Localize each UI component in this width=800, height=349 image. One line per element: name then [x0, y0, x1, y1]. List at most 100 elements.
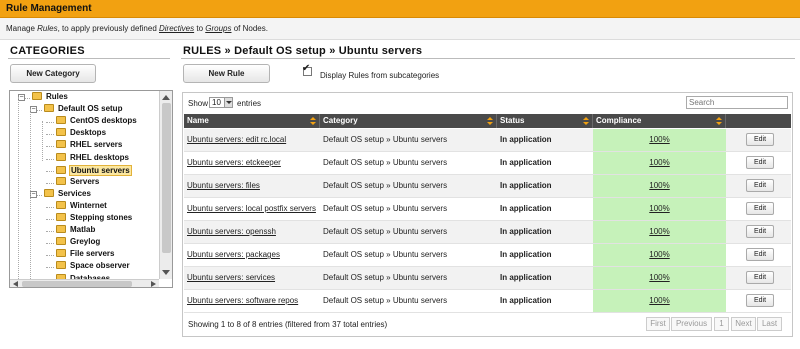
rule-status-cell: In application	[500, 250, 552, 259]
compliance-link[interactable]: 100%	[649, 181, 669, 190]
tree-node[interactable]: CentOS desktops	[56, 116, 138, 128]
tree-node[interactable]: Space observer	[56, 261, 131, 273]
pager-next[interactable]: Next	[731, 317, 756, 331]
tree-node-label: Space observer	[70, 261, 130, 271]
tree-vertical-scrollbar[interactable]	[159, 91, 172, 279]
edit-button[interactable]: Edit	[746, 271, 774, 284]
scroll-right-icon[interactable]	[151, 281, 156, 287]
category-tree-content: Rules − Default OS setup − CentOS desktops De…	[10, 91, 158, 279]
rule-name-link[interactable]: Ubuntu servers: services	[187, 273, 275, 282]
rule-name-link[interactable]: Ubuntu servers: etckeeper	[187, 158, 281, 167]
directives-link[interactable]: Directives	[159, 24, 194, 33]
pager-first[interactable]: First	[646, 317, 670, 331]
edit-button[interactable]: Edit	[746, 248, 774, 261]
tree-node[interactable]: Rules	[32, 92, 69, 104]
folder-icon	[56, 176, 66, 185]
tree-node[interactable]: Stepping stones	[56, 213, 133, 225]
column-header-name[interactable]: Name	[184, 114, 320, 128]
tree-node[interactable]: Greylog	[56, 237, 101, 249]
scroll-thumb-horizontal[interactable]	[22, 281, 132, 287]
tree-node[interactable]: Services	[44, 188, 92, 201]
table-row: Ubuntu servers: services Default OS setup…	[184, 267, 791, 290]
rule-category-cell: Default OS setup » Ubuntu servers	[323, 135, 448, 144]
rule-category-cell: Default OS setup » Ubuntu servers	[323, 181, 448, 190]
pager-last[interactable]: Last	[757, 317, 782, 331]
column-header-compliance[interactable]: Compliance	[593, 114, 726, 128]
compliance-link[interactable]: 100%	[649, 158, 669, 167]
tree-node[interactable]: Default OS setup	[44, 104, 123, 116]
column-header-category[interactable]: Category	[320, 114, 497, 128]
rule-status-cell: In application	[500, 158, 552, 167]
page-length-value: 10	[212, 98, 221, 107]
tree-node[interactable]: Winternet	[56, 200, 108, 213]
category-tree[interactable]: Rules − Default OS setup − CentOS desktops De…	[9, 90, 173, 288]
collapse-icon[interactable]: −	[30, 106, 37, 114]
scroll-thumb[interactable]	[162, 103, 171, 253]
tree-node-label: Winternet	[70, 200, 107, 210]
rule-name-cell: Ubuntu servers: etckeeper	[184, 152, 320, 174]
tree-node[interactable]: File servers	[56, 249, 115, 261]
table-row: Ubuntu servers: etckeeper Default OS setu…	[184, 152, 791, 175]
tree-connector	[46, 255, 54, 257]
tree-node[interactable]: Servers	[56, 176, 100, 189]
table-header: Name Category Status Compliance	[184, 114, 791, 128]
compliance-link[interactable]: 100%	[649, 135, 669, 144]
tree-node-label: Ubuntu servers	[69, 164, 132, 176]
groups-link[interactable]: Groups	[205, 24, 231, 33]
scroll-down-icon[interactable]	[162, 270, 170, 275]
rule-category-cell: Default OS setup » Ubuntu servers	[323, 204, 448, 213]
rule-category-cell: Default OS setup » Ubuntu servers	[323, 227, 448, 236]
search-input[interactable]	[686, 96, 788, 109]
column-header-category-label: Category	[323, 116, 358, 125]
pager-page-1[interactable]: 1	[714, 317, 729, 331]
edit-button[interactable]: Edit	[746, 179, 774, 192]
new-category-button[interactable]: New Category	[10, 64, 96, 83]
rule-name-link[interactable]: Ubuntu servers: packages	[187, 250, 280, 259]
tree-horizontal-scrollbar[interactable]	[10, 279, 159, 287]
compliance-link[interactable]: 100%	[649, 250, 669, 259]
tree-node[interactable]: Ubuntu servers	[56, 164, 132, 177]
desc-to: to	[194, 24, 206, 33]
edit-button[interactable]: Edit	[746, 156, 774, 169]
tree-node-label: RHEL desktops	[70, 152, 129, 162]
page-length-select[interactable]: 10	[209, 97, 233, 108]
rule-name-link[interactable]: Ubuntu servers: files	[187, 181, 260, 190]
rule-status-cell: In application	[500, 181, 552, 190]
rule-name-link[interactable]: Ubuntu servers: software repos	[187, 296, 298, 305]
compliance-link[interactable]: 100%	[649, 204, 669, 213]
tree-node-label: CentOS desktops	[70, 116, 137, 126]
tree-node[interactable]: RHEL desktops	[56, 152, 130, 165]
tree-node[interactable]: Matlab	[56, 225, 96, 237]
tree-connector	[46, 267, 54, 269]
compliance-link[interactable]: 100%	[649, 296, 669, 305]
column-header-status-label: Status	[500, 116, 525, 125]
table-row: Ubuntu servers: packages Default OS setup…	[184, 244, 791, 267]
rule-name-link[interactable]: Ubuntu servers: local postfix servers	[187, 204, 316, 213]
app-header-bar: Rule Management	[0, 0, 800, 18]
column-header-status[interactable]: Status	[497, 114, 593, 128]
compliance-link[interactable]: 100%	[649, 273, 669, 282]
collapse-icon[interactable]: −	[18, 94, 25, 101]
rule-name-link[interactable]: Ubuntu servers: edit rc.local	[187, 135, 286, 144]
column-header-name-label: Name	[187, 116, 209, 125]
folder-icon	[56, 237, 66, 246]
tree-node[interactable]: RHEL servers	[56, 140, 123, 152]
edit-button[interactable]: Edit	[746, 202, 774, 215]
tree-node-label: Servers	[70, 176, 100, 186]
sort-icon	[310, 117, 316, 125]
page-description-bar: Manage Rules, to apply previously define…	[0, 18, 800, 40]
tree-node[interactable]: Desktops	[56, 128, 107, 140]
edit-button[interactable]: Edit	[746, 133, 774, 146]
folder-icon	[56, 128, 66, 137]
tree-connector	[46, 146, 54, 148]
pager-previous[interactable]: Previous	[671, 317, 712, 331]
edit-button[interactable]: Edit	[746, 294, 774, 307]
folder-icon	[56, 152, 66, 161]
compliance-link[interactable]: 100%	[649, 227, 669, 236]
edit-button[interactable]: Edit	[746, 225, 774, 238]
scroll-left-icon[interactable]	[13, 281, 18, 287]
new-rule-button[interactable]: New Rule	[183, 64, 270, 83]
scroll-up-icon[interactable]	[162, 95, 170, 100]
collapse-icon[interactable]: −	[30, 190, 37, 198]
rule-name-link[interactable]: Ubuntu servers: openssh	[187, 227, 276, 236]
